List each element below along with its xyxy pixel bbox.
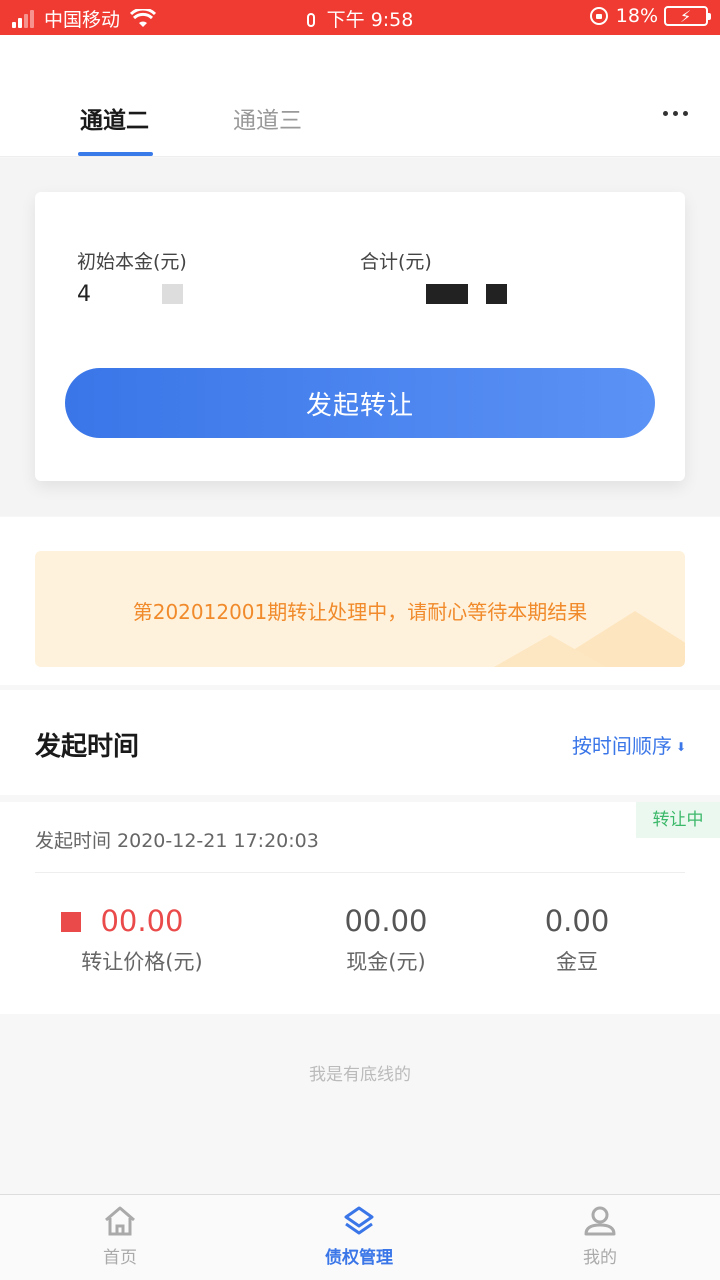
beans-label: 金豆: [556, 950, 598, 974]
list-header: 发起时间 按时间顺序 ⬇: [0, 690, 720, 795]
redaction-mask: [61, 912, 81, 932]
microphone-icon: [306, 13, 315, 27]
battery-percent: 18%: [615, 5, 658, 27]
more-icon[interactable]: [658, 111, 688, 116]
tabbar-label-mine: 我的: [583, 1248, 617, 1268]
summary-section: 初始本金(元) 4 合计(元) 发起转让: [0, 158, 720, 516]
record-time: 发起时间 2020-12-21 17:20:03: [35, 830, 319, 852]
tabbar-item-mine[interactable]: 我的: [540, 1205, 660, 1268]
tabbar-label-home: 首页: [103, 1248, 137, 1268]
tabbar-item-debt-management[interactable]: 债权管理: [299, 1205, 419, 1268]
status-right: 18% ⚡: [589, 5, 711, 27]
home-icon: [105, 1206, 135, 1236]
transfer-record[interactable]: 转让中 发起时间 2020-12-21 17:20:03 00.00 转让价格(…: [0, 802, 720, 1014]
cash-label: 现金(元): [346, 950, 426, 974]
rotation-lock-icon: [589, 7, 608, 25]
total-label: 合计(元): [360, 251, 432, 273]
price-label: 转让价格(元): [81, 950, 203, 974]
cash-column: 00.00 现金(元): [286, 904, 486, 976]
summary-card: 初始本金(元) 4 合计(元) 发起转让: [35, 192, 685, 481]
decoration: [480, 635, 620, 667]
redaction-mask: [162, 284, 183, 304]
layers-icon: [344, 1206, 374, 1235]
initiate-transfer-button[interactable]: 发起转让: [65, 368, 655, 438]
arrow-down-icon: ⬇: [675, 740, 686, 754]
end-of-list-text: 我是有底线的: [309, 1065, 411, 1085]
battery-icon: ⚡: [664, 6, 711, 26]
beans-column: 0.00 金豆: [477, 904, 677, 976]
cash-value: 00.00: [344, 904, 428, 938]
beans-value: 0.00: [544, 904, 610, 938]
sort-toggle[interactable]: 按时间顺序 ⬇: [572, 730, 686, 759]
tab-channel-2[interactable]: 通道二: [80, 101, 149, 135]
divider: [35, 872, 685, 873]
active-tab-indicator: [78, 152, 153, 156]
redaction-mask: [426, 284, 468, 304]
bottom-tab-bar: 首页 债权管理 我的: [0, 1194, 720, 1280]
tabbar-item-home[interactable]: 首页: [60, 1205, 180, 1268]
tab-channel-3[interactable]: 通道三: [233, 101, 302, 135]
user-icon: [584, 1206, 616, 1236]
principal-label: 初始本金(元): [77, 251, 187, 273]
status-badge: 转让中: [636, 802, 720, 838]
time-prefix: 下午: [326, 9, 365, 31]
principal-value: 4: [77, 282, 91, 307]
status-bar: 中国移动 下午 9:58 18% ⚡: [0, 0, 720, 35]
sort-label: 按时间顺序: [571, 734, 672, 758]
notice-text: 第202012001期转让处理中，请耐心等待本期结果: [132, 600, 588, 624]
list-title: 发起时间: [35, 732, 140, 762]
time-label: 9:58: [370, 9, 414, 31]
redaction-mask: [486, 284, 507, 304]
tabbar-label-debt-management: 债权管理: [325, 1248, 393, 1268]
notice-section: 第202012001期转让处理中，请耐心等待本期结果: [0, 517, 720, 685]
notice-banner: 第202012001期转让处理中，请耐心等待本期结果: [35, 551, 685, 667]
top-tab-bar: 通道二 通道三: [0, 35, 720, 157]
